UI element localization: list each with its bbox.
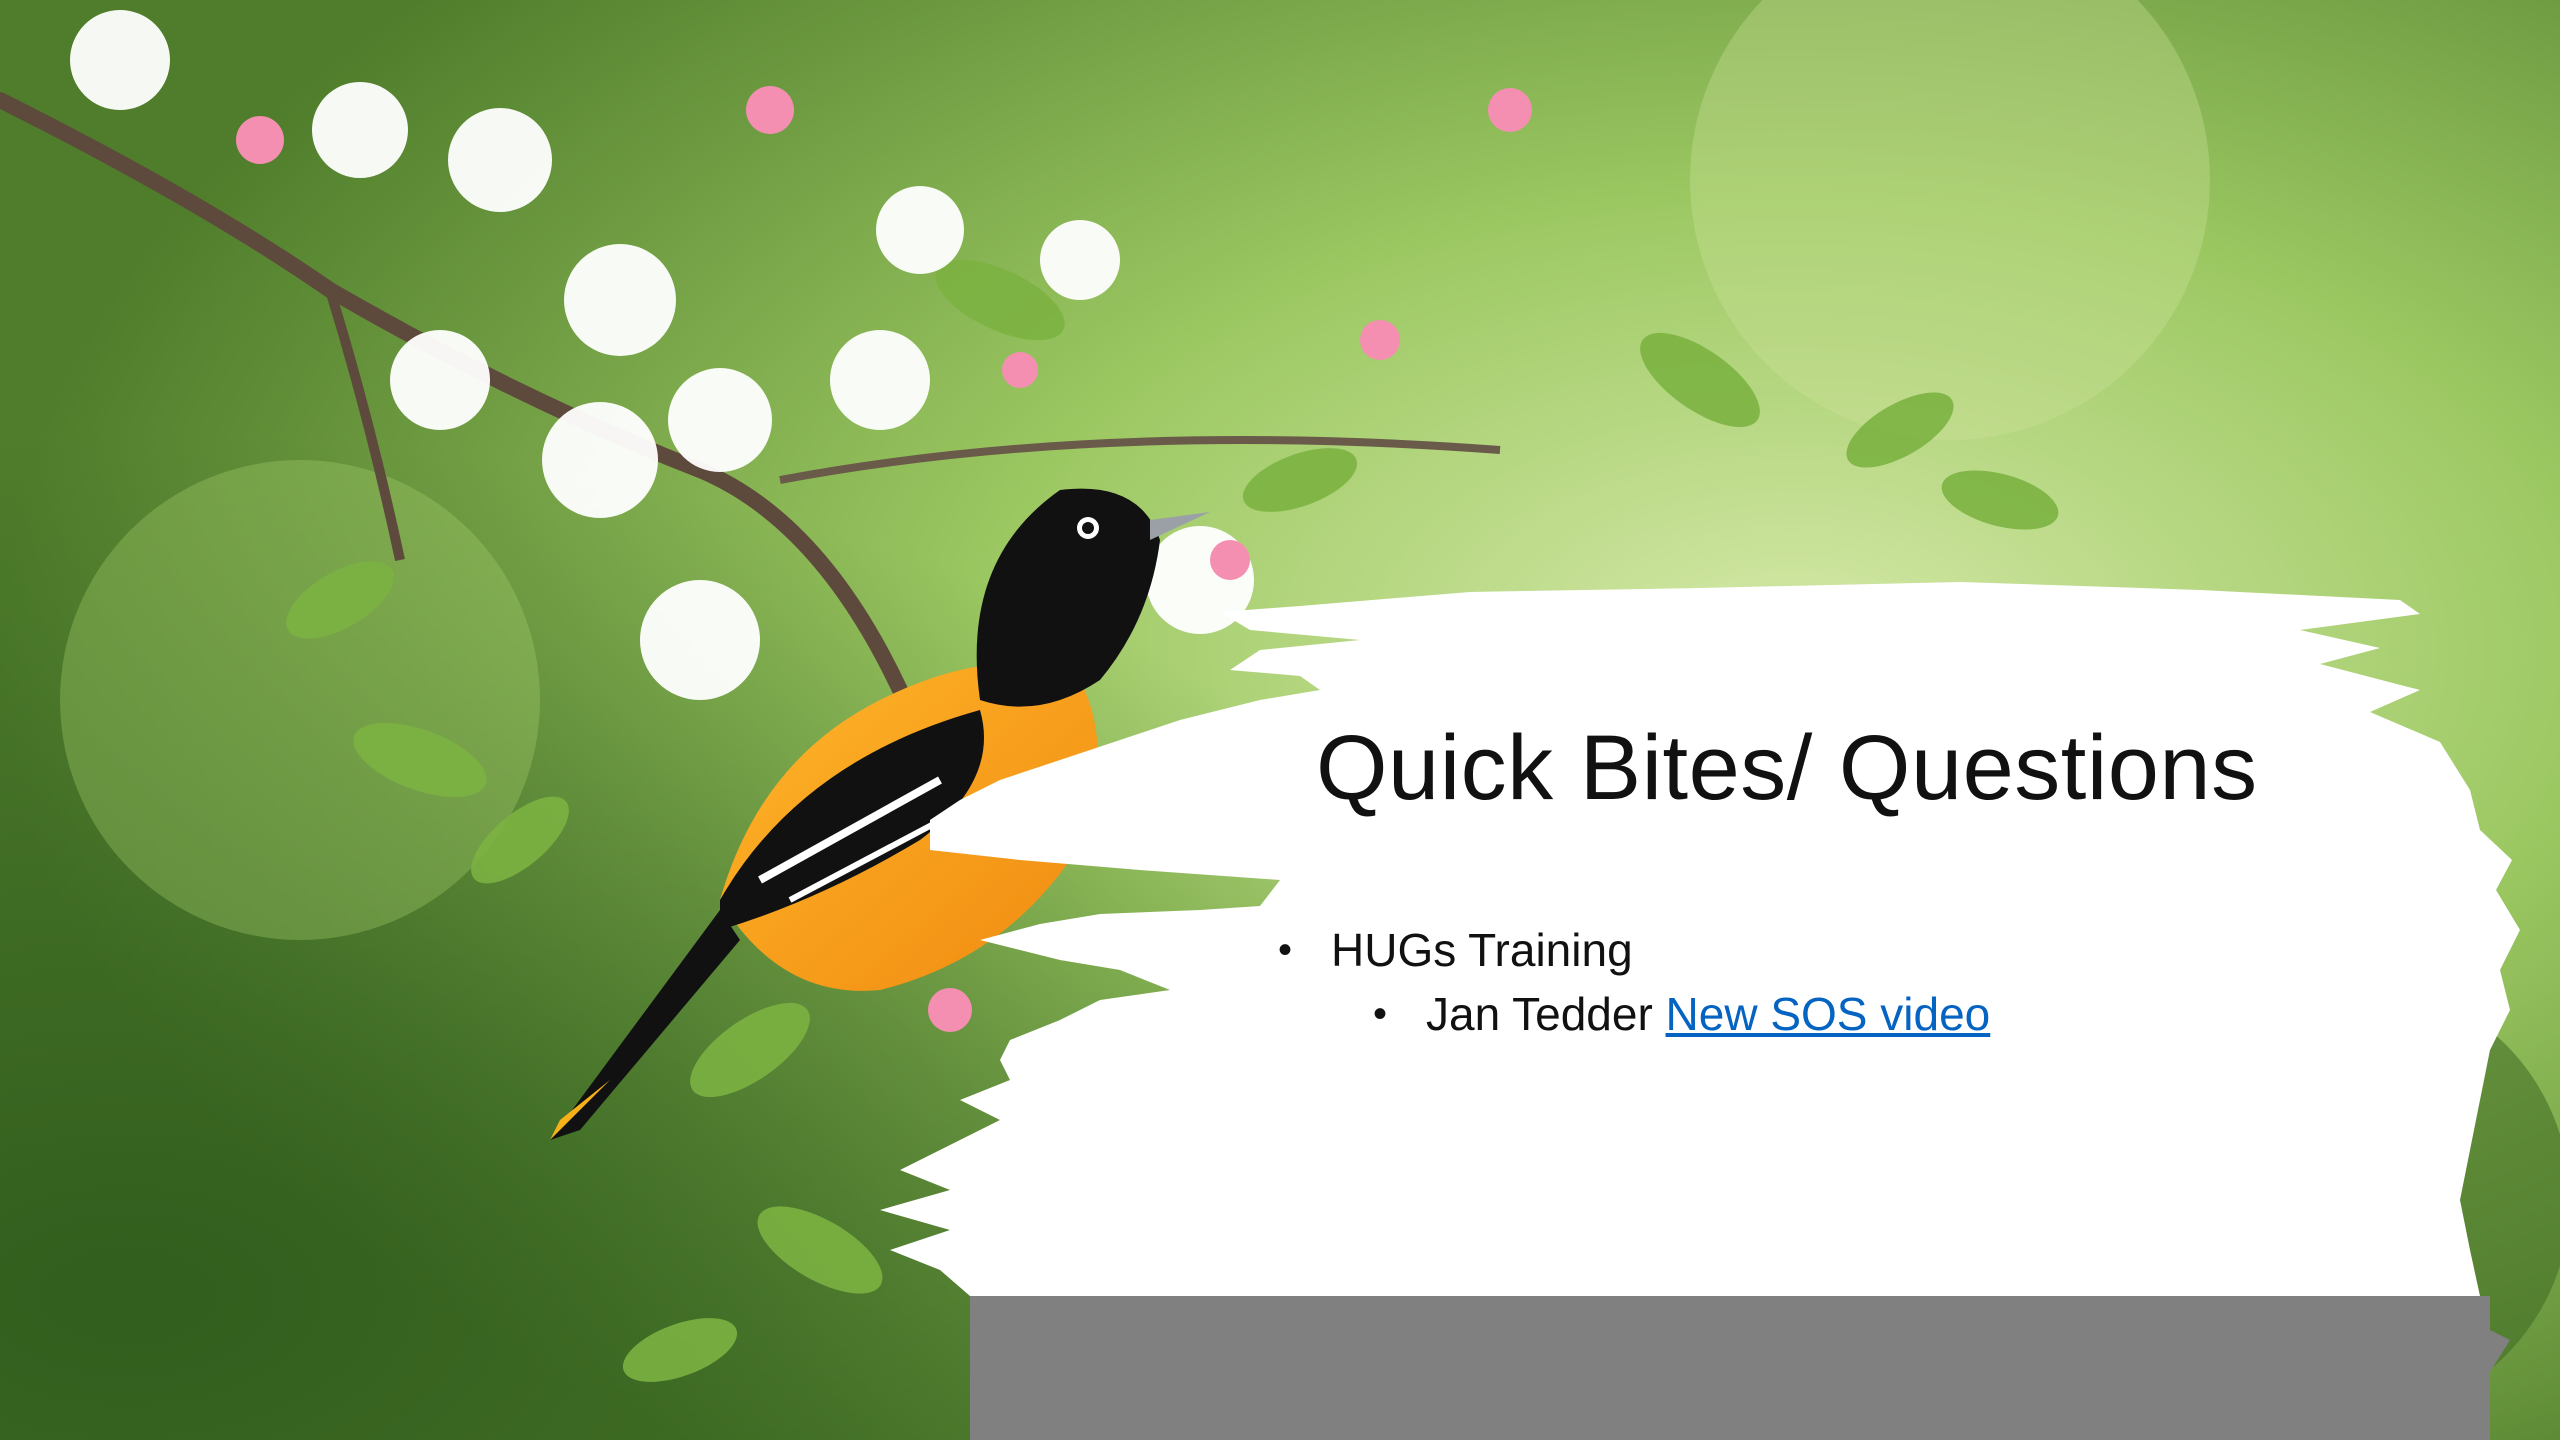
sub-bullet-text: Jan Tedder xyxy=(1426,988,1666,1040)
bullet-item: • HUGs Training xyxy=(1276,918,2376,982)
bullet-text: HUGs Training xyxy=(1331,924,1633,976)
bullet-dot-icon: • xyxy=(1373,992,1388,1036)
bullet-list: • HUGs Training • Jan Tedder New SOS vid… xyxy=(1276,918,2376,1046)
footer-bar xyxy=(970,1296,2490,1440)
bullet-dot-icon: • xyxy=(1278,928,1293,972)
slide: Quick Bites/ Questions • HUGs Training •… xyxy=(0,0,2560,1440)
new-sos-video-link[interactable]: New SOS video xyxy=(1666,988,1991,1040)
sub-bullet-item: • Jan Tedder New SOS video xyxy=(1276,982,2376,1046)
slide-title: Quick Bites/ Questions xyxy=(1316,717,2258,819)
